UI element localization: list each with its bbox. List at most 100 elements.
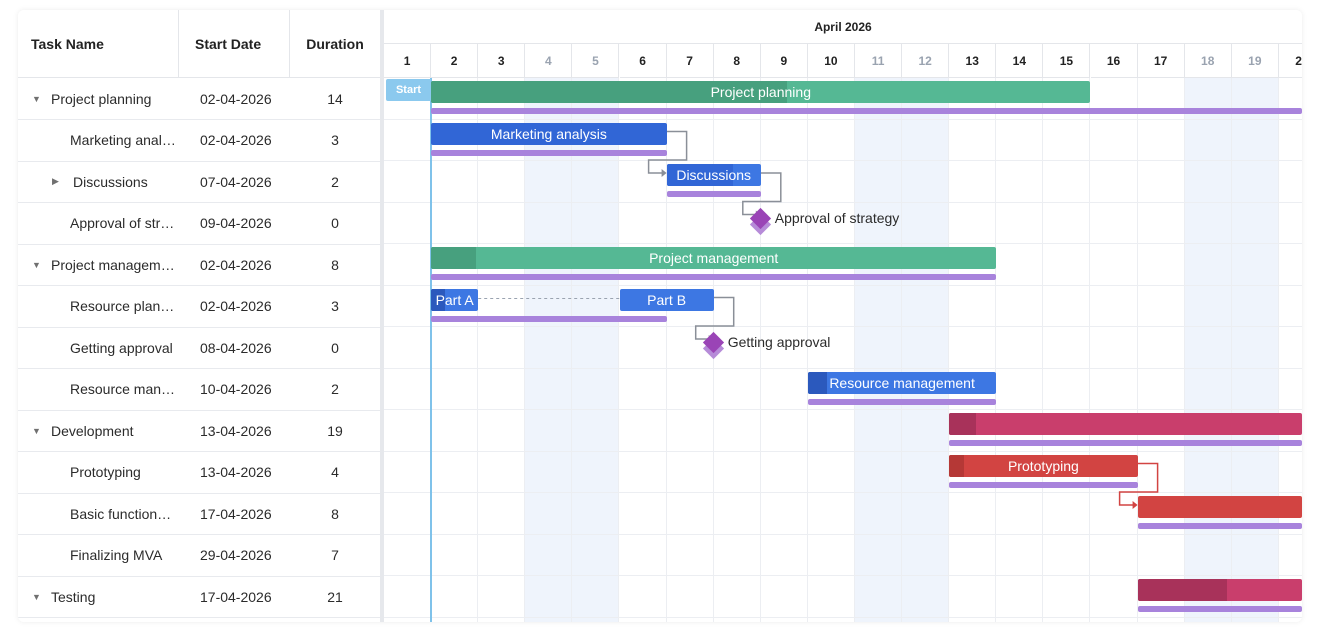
duration-cell: 2	[331, 381, 339, 397]
table-row[interactable]: Resource man… 10-04-2026 2	[18, 369, 380, 411]
start-date-cell: 29-04-2026	[200, 547, 272, 563]
gantt-chart: Task Name Start Date Duration ▼ Project p…	[18, 10, 1302, 622]
task-name: Development	[51, 422, 134, 439]
task-name: Prototyping	[70, 464, 141, 480]
caret-down-icon[interactable]: ▼	[32, 94, 44, 104]
task-name-cell: ▼ Testing	[32, 576, 175, 617]
duration-cell: 4	[331, 464, 339, 480]
duration-cell: 3	[331, 132, 339, 148]
duration-cell: 8	[331, 505, 339, 522]
task-name: Testing	[51, 588, 96, 605]
column-header-task-name[interactable]: Task Name	[18, 10, 179, 78]
milestone-label: Approval of strategy	[774, 209, 900, 226]
milestone-label: Getting approval	[727, 334, 831, 350]
task-bar[interactable]: Discussions	[666, 164, 761, 186]
table-row[interactable]: Approval of str… 09-04-2026 0	[18, 203, 380, 245]
table-row[interactable]: Basic function… 17-04-2026 8	[18, 493, 380, 535]
task-name: Resource plan…	[70, 298, 175, 314]
task-name-cell: Prototyping	[70, 452, 175, 493]
task-name-cell: ▼ Project planning	[32, 78, 175, 119]
task-name-cell: ▼ Development	[32, 410, 175, 451]
caret-right-icon[interactable]: ▶	[52, 176, 64, 187]
task-bar[interactable]	[1137, 496, 1302, 518]
task-name: Approval of str…	[70, 215, 175, 231]
task-name-cell: Marketing anal…	[70, 120, 175, 161]
caret-down-icon[interactable]: ▼	[32, 592, 44, 602]
table-row[interactable]: ▼ Development 13-04-2026 19	[18, 410, 380, 452]
bar-label: Part B	[647, 291, 687, 308]
task-progress	[949, 413, 977, 435]
link-arrow-icon	[1132, 501, 1138, 509]
start-date-cell: 17-04-2026	[200, 505, 272, 522]
bar-label: Project planning	[710, 84, 811, 100]
task-name-cell: Approval of str…	[70, 203, 175, 244]
summary-task-bar[interactable]: Project management	[431, 247, 997, 269]
task-name: Project planning	[51, 90, 152, 107]
table-row[interactable]: Resource plan… 02-04-2026 3	[18, 286, 380, 328]
duration-cell: 8	[331, 256, 339, 273]
start-date-cell: 08-04-2026	[200, 339, 272, 356]
table-row[interactable]: ▼ Project managem… 02-04-2026 8	[18, 244, 380, 286]
bar-label: Prototyping	[1007, 457, 1079, 474]
duration-cell: 14	[327, 90, 343, 107]
table-row[interactable]: Prototyping 13-04-2026 4	[18, 452, 380, 494]
task-name-cell: ▶ Discussions	[52, 161, 175, 202]
task-bar[interactable]: Marketing analysis	[431, 122, 667, 145]
task-name: Basic function…	[70, 505, 172, 522]
task-name: Getting approval	[70, 339, 173, 356]
start-date-cell: 09-04-2026	[200, 215, 272, 231]
start-date-cell: 17-04-2026	[200, 588, 272, 605]
duration-cell: 19	[327, 422, 343, 439]
start-date-cell: 07-04-2026	[200, 173, 272, 190]
column-header-start-date[interactable]: Start Date	[179, 10, 290, 78]
table-row[interactable]: ▶ Discussions 07-04-2026 2	[18, 161, 380, 203]
task-name-cell: Finalizing MVA	[70, 535, 175, 576]
table-row[interactable]: Getting approval 08-04-2026 0	[18, 327, 380, 369]
duration-cell: 0	[331, 215, 339, 231]
summary-task-bar[interactable]: Project planning	[431, 81, 1091, 103]
caret-down-icon[interactable]: ▼	[32, 260, 44, 270]
task-name: Marketing anal…	[70, 132, 175, 148]
start-date-cell: 02-04-2026	[200, 298, 272, 314]
task-bar[interactable]: Prototyping	[949, 454, 1138, 477]
column-header-duration[interactable]: Duration	[290, 10, 380, 78]
duration-cell: 21	[327, 588, 343, 605]
bar-label: Project management	[649, 250, 779, 266]
start-date-cell: 10-04-2026	[200, 381, 272, 397]
caret-down-icon[interactable]: ▼	[32, 426, 44, 436]
start-date-cell: 13-04-2026	[200, 464, 272, 480]
bar-label: Part A	[435, 291, 474, 308]
table-row[interactable]: Finalizing MVA 29-04-2026 7	[18, 535, 380, 577]
task-bar[interactable]: Resource management	[807, 371, 997, 394]
bar-label: Discussions	[676, 167, 752, 183]
task-progress	[949, 454, 965, 477]
bar-label: Marketing analysis	[490, 125, 607, 142]
task-progress	[1137, 579, 1227, 601]
duration-cell: 0	[331, 339, 339, 356]
split-task-segment[interactable]: Part B	[619, 288, 714, 311]
table-row[interactable]: ▼ Project planning 02-04-2026 14	[18, 78, 380, 120]
task-name: Finalizing MVA	[70, 547, 163, 563]
summary-task-bar[interactable]	[949, 413, 1302, 435]
task-name-cell: Getting approval	[70, 327, 175, 368]
task-name-cell: Resource plan…	[70, 286, 175, 327]
task-name-cell: ▼ Project managem…	[32, 244, 175, 285]
task-name-cell: Basic function…	[70, 493, 175, 534]
table-row[interactable]: ▼ Testing 17-04-2026 21	[18, 576, 380, 618]
task-name-cell: Resource man…	[70, 369, 175, 410]
start-date-cell: 02-04-2026	[200, 132, 272, 148]
task-name: Project managem…	[51, 256, 175, 273]
task-name: Resource man…	[70, 381, 175, 397]
split-task-segment[interactable]: Part A	[431, 288, 479, 311]
table-row[interactable]: Marketing anal… 02-04-2026 3	[18, 120, 380, 162]
duration-cell: 7	[331, 547, 339, 563]
timeline-chart: April 2026 1 2 3 4 5 6 7 8 9 10 11 12 13 14 15 16 17 18 19…	[384, 10, 1302, 622]
summary-task-bar[interactable]	[1137, 579, 1302, 601]
duration-cell: 2	[331, 173, 339, 190]
task-progress	[431, 247, 477, 269]
task-name: Discussions	[73, 173, 148, 190]
start-date-cell: 13-04-2026	[200, 422, 272, 439]
start-date-cell: 02-04-2026	[200, 90, 272, 107]
task-progress	[807, 371, 827, 394]
start-date-cell: 02-04-2026	[200, 256, 272, 273]
